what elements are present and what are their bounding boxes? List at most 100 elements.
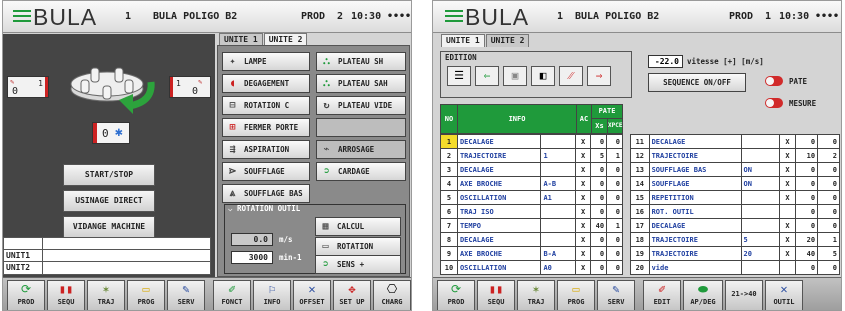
list-icon[interactable]: ☰ bbox=[447, 66, 471, 86]
table-row[interactable]: 13 SOUFFLAGE BAS ON X 0 0 bbox=[630, 162, 840, 177]
table-row[interactable]: 8 DECALAGE X 0 0 bbox=[440, 232, 623, 247]
service-icon: ✎ bbox=[182, 282, 190, 296]
paste-icon[interactable]: ◧ bbox=[531, 66, 555, 86]
plateau-sah-button[interactable]: ⛬ PLATEAU SAH bbox=[316, 74, 406, 93]
lampe-button[interactable]: ✦ LAMPE bbox=[222, 52, 310, 71]
charg-button[interactable]: ⎔ CHARG bbox=[373, 280, 411, 310]
row-number: 19 bbox=[630, 246, 650, 261]
edit-button[interactable]: ✐ EDIT bbox=[643, 280, 681, 310]
ap-deg-button[interactable]: ⬬ AP/DEG bbox=[683, 280, 723, 310]
copy-icon[interactable]: ▣ bbox=[503, 66, 527, 86]
rotation-c-button[interactable]: ⊟ ROTATION C bbox=[222, 96, 310, 115]
aspiration-button[interactable]: ⇶ ASPIRATION bbox=[222, 140, 310, 159]
table-row[interactable]: 11 DECALAGE X 0 0 bbox=[630, 134, 840, 149]
sequ-button[interactable]: ▮▮ SEQU bbox=[477, 280, 515, 310]
sens-button[interactable]: ➲ SENS + bbox=[315, 255, 401, 274]
row-xpce: 1 bbox=[606, 218, 623, 233]
table-row[interactable]: 12 TRAJECTOIRE X 10 2 bbox=[630, 148, 840, 163]
calcul-button[interactable]: ▦ CALCUL bbox=[315, 217, 401, 236]
pencil-icon: ✎ bbox=[10, 78, 15, 86]
table-row[interactable]: 10 OSCILLATION A0 X 0 0 bbox=[440, 260, 623, 275]
charg-label: CHARG bbox=[381, 298, 403, 306]
table-row[interactable]: 9 AXE BROCHE B-A X 0 0 bbox=[440, 246, 623, 261]
traj-button[interactable]: ✶ TRAJ bbox=[87, 280, 125, 310]
rotation-button[interactable]: ▭ ROTATION bbox=[315, 237, 401, 256]
traj-button[interactable]: ✶ TRAJ bbox=[517, 280, 555, 310]
speed-field[interactable]: -22.0 bbox=[648, 55, 683, 68]
row-xpce: 0 bbox=[606, 232, 623, 247]
logo: BULA bbox=[465, 4, 530, 30]
start-stop-button[interactable]: START/STOP bbox=[63, 164, 155, 186]
row-xpce: 0 bbox=[606, 260, 623, 275]
prod-label: PROD bbox=[17, 298, 35, 306]
tab-unite-2[interactable]: UNITE 2 bbox=[485, 34, 530, 47]
vidange-machine-button[interactable]: VIDANGE MACHINE bbox=[63, 216, 155, 238]
usinage-direct-button[interactable]: USINAGE DIRECT bbox=[63, 190, 155, 212]
sequence-on-off-button[interactable]: SEQUENCE ON/OFF bbox=[648, 73, 746, 92]
prod-button[interactable]: ⟳ PROD bbox=[437, 280, 475, 310]
table-row[interactable]: 16 ROT. OUTIL 0 0 bbox=[630, 204, 840, 219]
right-screen: BULA 1 BULA POLIGO B2 PROD 1 10:30 •••• … bbox=[432, 0, 842, 311]
info-button[interactable]: ⚐ INFO bbox=[253, 280, 291, 310]
move-icon[interactable]: ⇒ bbox=[587, 66, 611, 86]
sequence-table-left: 1 DECALAGE X 0 0 2 TRAJECTOIRE 1 X 5 1 3 DECALAGE X 0 0… bbox=[440, 134, 623, 275]
station-box[interactable]: 0 ✱ bbox=[92, 122, 130, 144]
plateau-vide-button[interactable]: ↻ PLATEAU VIDE bbox=[316, 96, 406, 115]
sequ-button[interactable]: ▮▮ SEQU bbox=[47, 280, 85, 310]
prod-button[interactable]: ⟳ PROD bbox=[7, 280, 45, 310]
table-row[interactable]: 6 TRAJ ISO X 0 0 bbox=[440, 204, 623, 219]
table-row[interactable]: 5 OSCILLATION A1 X 0 0 bbox=[440, 190, 623, 205]
lamp-icon: ✦ bbox=[229, 56, 236, 67]
table-row[interactable]: 19 TRAJECTOIRE 20 X 40 5 bbox=[630, 246, 840, 261]
arrosage-button[interactable]: ⌁ ARROSAGE bbox=[316, 140, 406, 159]
row-xpce: 0 bbox=[817, 176, 840, 191]
row-xs: 0 bbox=[590, 190, 608, 205]
table-row[interactable]: 4 AXE BROCHE A-B X 0 0 bbox=[440, 176, 623, 191]
row-info: TRAJECTOIRE bbox=[648, 232, 742, 247]
prog-button[interactable]: ▭ PROG bbox=[127, 280, 165, 310]
fonct-button[interactable]: ✐ FONCT bbox=[213, 280, 251, 310]
insert-icon[interactable]: ⇐ bbox=[475, 66, 499, 86]
soufflage-button[interactable]: ⋗ SOUFFLAGE bbox=[222, 162, 310, 181]
row-param bbox=[740, 148, 780, 163]
offset-button[interactable]: ✕ OFFSET bbox=[293, 280, 331, 310]
cardage-button[interactable]: ➲ CARDAGE bbox=[316, 162, 406, 181]
serv-button[interactable]: ✎ SERV bbox=[167, 280, 205, 310]
plateau-sh-button[interactable]: ⛬ PLATEAU SH bbox=[316, 52, 406, 71]
rpm-field[interactable]: 3000 bbox=[231, 251, 273, 264]
delete-icon[interactable]: ⁄⁄ bbox=[559, 66, 583, 86]
row-ac: X bbox=[778, 148, 797, 163]
table-row[interactable]: 1 DECALAGE X 0 0 bbox=[440, 134, 623, 149]
serv-button[interactable]: ✎ SERV bbox=[597, 280, 635, 310]
table-row[interactable]: 18 TRAJECTOIRE 5 X 20 1 bbox=[630, 232, 840, 247]
counter-left-value: 0 bbox=[12, 86, 19, 97]
pate-toggle[interactable] bbox=[765, 76, 783, 86]
table-row[interactable]: 17 DECALAGE X 0 0 bbox=[630, 218, 840, 233]
table-row[interactable]: 15 REPETITION X 0 0 bbox=[630, 190, 840, 205]
row-xs: 0 bbox=[590, 232, 608, 247]
outil-button[interactable]: ✕ OUTIL bbox=[765, 280, 803, 310]
traj-label: TRAJ bbox=[97, 298, 115, 306]
speed-field[interactable]: 0.0 bbox=[231, 233, 273, 246]
table-row[interactable]: 2 TRAJECTOIRE 1 X 5 1 bbox=[440, 148, 623, 163]
mode-label: PROD bbox=[301, 11, 326, 22]
mesure-toggle[interactable] bbox=[765, 98, 783, 108]
row-number: 7 bbox=[440, 218, 458, 233]
fermer-porte-button[interactable]: ⊞ FERMER PORTE bbox=[222, 118, 310, 137]
row-number: 16 bbox=[630, 204, 650, 219]
table-row[interactable]: 7 TEMPO X 40 1 bbox=[440, 218, 623, 233]
clamp-icon: ◖ bbox=[229, 78, 236, 89]
page-21-40-button[interactable]: 21->40 bbox=[725, 280, 763, 310]
speed-unit: m/s bbox=[279, 235, 293, 244]
table-row[interactable]: 14 SOUFFLAGE ON X 0 0 bbox=[630, 176, 840, 191]
rotation-label: ROTATION bbox=[337, 242, 374, 251]
prog-button[interactable]: ▭ PROG bbox=[557, 280, 595, 310]
table-row[interactable]: 3 DECALAGE X 0 0 bbox=[440, 162, 623, 177]
pate-label: PATE bbox=[789, 77, 808, 86]
soufflage-bas-button[interactable]: ⩓ SOUFFLAGE BAS bbox=[222, 184, 310, 203]
tab-unite-1[interactable]: UNITE 1 bbox=[441, 34, 485, 47]
row-number: 15 bbox=[630, 190, 650, 205]
table-row[interactable]: 20 vide 0 0 bbox=[630, 260, 840, 275]
setup-button[interactable]: ✥ SET UP bbox=[333, 280, 371, 310]
degagement-button[interactable]: ◖ DEGAGEMENT bbox=[222, 74, 310, 93]
